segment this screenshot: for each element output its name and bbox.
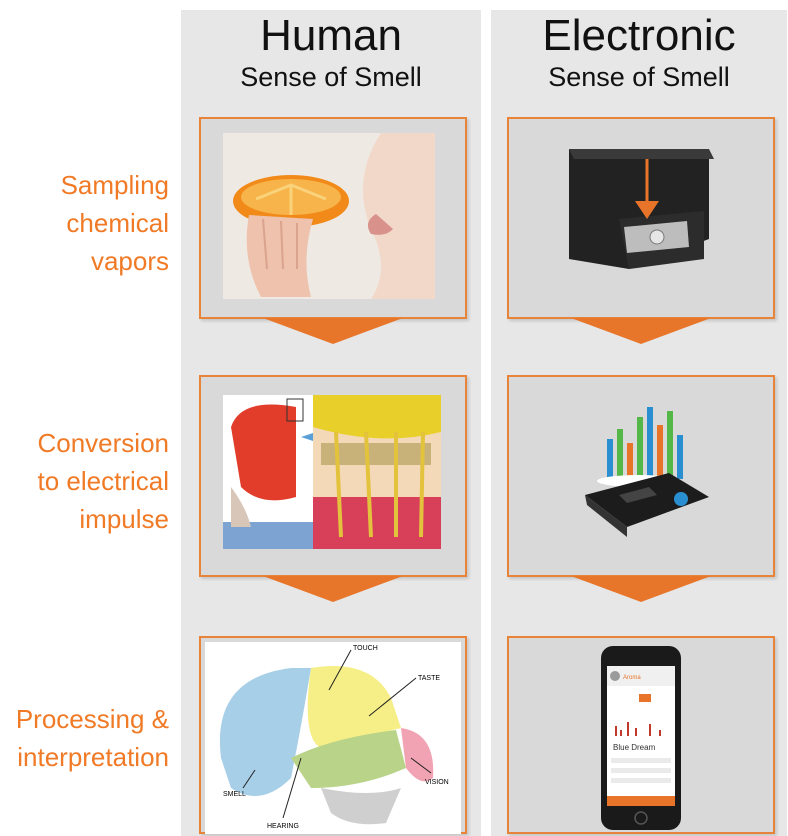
woman-smelling-orange-image <box>223 133 435 299</box>
electronic-sampling-panel <box>507 117 775 319</box>
stage-label-conversion: Conversion to electrical impulse <box>37 428 169 534</box>
stage-label-sampling: Sampling chemical vapors <box>60 170 169 276</box>
electronic-flow-arrow-1 <box>571 318 711 344</box>
brain-label-vision: VISION <box>425 779 449 786</box>
electronic-column-header: Electronic Sense of Smell <box>491 14 787 91</box>
smartphone-app-image: Aroma Blue Dream <box>601 646 681 830</box>
human-column-header: Human Sense of Smell <box>181 14 481 91</box>
electronic-title: Electronic <box>542 11 736 60</box>
olfactory-anatomy-image <box>223 395 441 549</box>
electronic-flow-arrow-2 <box>571 576 711 602</box>
phone-header-text: Aroma <box>623 675 641 681</box>
electronic-conversion-panel <box>507 375 775 577</box>
human-flow-arrow-2 <box>263 576 403 602</box>
brain-label-smell: SMELL <box>223 791 246 798</box>
sensor-signal-bars-image <box>585 407 709 537</box>
stage-label-processing: Processing & interpretation <box>15 704 169 772</box>
brain-label-taste: TASTE <box>418 675 440 682</box>
electronic-processing-panel: Aroma Blue Dream <box>507 636 775 834</box>
device-sample-insertion-image <box>569 149 714 269</box>
human-flow-arrow-1 <box>263 318 403 344</box>
human-subtitle: Sense of Smell <box>240 62 422 92</box>
human-title: Human <box>260 11 402 60</box>
phone-result-text: Blue Dream <box>613 743 656 752</box>
brain-diagram: TOUCH TASTE VISION SMELL HEARING <box>205 642 461 834</box>
human-processing-panel: TOUCH TASTE VISION SMELL HEARING <box>199 636 467 834</box>
brain-label-hearing: HEARING <box>267 823 299 830</box>
electronic-subtitle: Sense of Smell <box>548 62 730 92</box>
human-sampling-panel <box>199 117 467 319</box>
brain-label-touch: TOUCH <box>353 645 378 652</box>
human-conversion-panel <box>199 375 467 577</box>
